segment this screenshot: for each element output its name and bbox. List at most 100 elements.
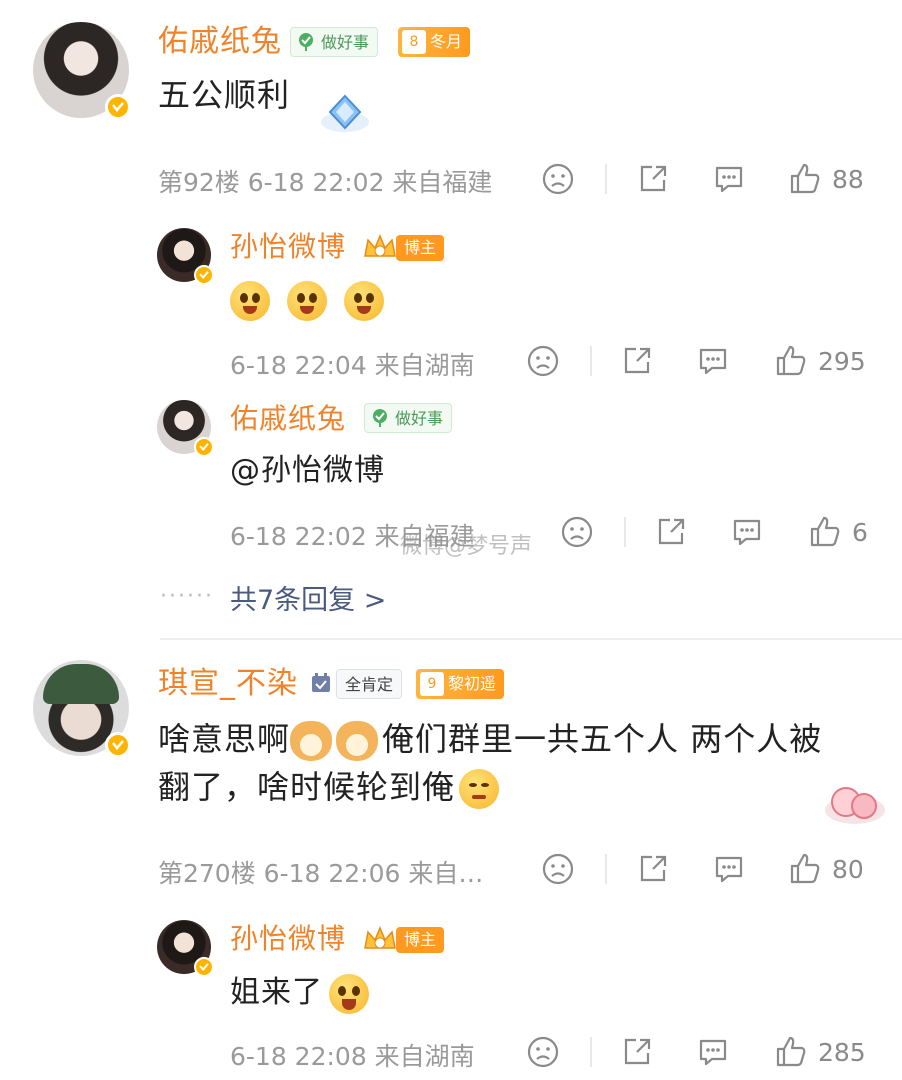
avatar[interactable] xyxy=(157,400,214,457)
host-badge: 博主 xyxy=(396,927,445,953)
reply-button[interactable] xyxy=(712,852,746,886)
cert-badge[interactable]: 全肯定 xyxy=(336,669,403,699)
username[interactable]: 孙怡微博 xyxy=(230,228,346,266)
verified-icon xyxy=(105,94,131,120)
divider xyxy=(624,517,626,547)
fan-badge[interactable]: 8 冬月 xyxy=(398,27,471,57)
username[interactable]: 琪宣_不染 xyxy=(158,665,298,703)
good-deed-badge[interactable]: 做好事 xyxy=(364,403,453,433)
reply-button[interactable] xyxy=(696,1035,730,1069)
avatar[interactable] xyxy=(157,920,214,977)
comment-icon xyxy=(715,856,743,883)
reply-emojis xyxy=(230,276,390,322)
username[interactable]: 佑戚纸兔 xyxy=(230,400,346,438)
verified-icon xyxy=(194,957,214,977)
leaf-icon xyxy=(373,409,387,427)
crown-icon xyxy=(364,234,396,257)
verified-icon xyxy=(194,265,214,285)
divider xyxy=(590,346,592,376)
comment-text: @孙怡微博 xyxy=(230,453,385,488)
host-badge: 博主 xyxy=(396,235,445,261)
dislike-icon xyxy=(542,163,574,195)
comment-text: 啥意思啊 俺们群里一共五个人 两个人被 xyxy=(158,716,822,762)
dots-icon: ······ xyxy=(160,584,214,609)
like-icon xyxy=(810,516,840,547)
verified-icon xyxy=(194,437,214,457)
like-count: 6 xyxy=(852,517,868,547)
share-button[interactable] xyxy=(654,515,688,549)
comment-meta: 6-18 22:04 来自湖南 xyxy=(230,351,475,380)
comment-text: 姐来了 xyxy=(230,970,375,1016)
more-replies-link[interactable]: 共7条回复 > xyxy=(230,578,386,617)
like-button[interactable]: 6 xyxy=(808,515,868,549)
calendar-badge-icon xyxy=(312,673,330,692)
dog-emoji xyxy=(336,721,379,761)
verified-icon xyxy=(105,732,131,758)
cake-sticker-icon xyxy=(825,787,885,824)
avatar[interactable] xyxy=(33,660,131,758)
dislike-button[interactable] xyxy=(541,852,575,886)
username[interactable]: 孙怡微博 xyxy=(230,920,346,958)
excited-emoji xyxy=(329,973,369,1014)
comment-icon xyxy=(733,519,761,546)
dislike-button[interactable] xyxy=(526,1035,560,1069)
like-icon xyxy=(790,163,820,194)
comment-text: 五公顺利 xyxy=(158,76,291,114)
like-button[interactable]: 88 xyxy=(788,162,864,196)
like-count: 285 xyxy=(818,1037,866,1067)
dislike-icon xyxy=(527,345,559,377)
reply-button[interactable] xyxy=(696,344,730,378)
fan-badge[interactable]: 9 黎初遥 xyxy=(416,669,505,699)
like-count: 80 xyxy=(832,854,864,884)
share-button[interactable] xyxy=(636,162,670,196)
share-icon xyxy=(640,165,667,192)
like-icon xyxy=(776,1036,806,1067)
thinking-emoji xyxy=(459,769,500,809)
dislike-button[interactable] xyxy=(560,515,594,549)
comment-meta: 第92楼 6-18 22:02 来自福建 xyxy=(158,168,493,197)
watermark: 微博@梦号声 xyxy=(400,534,533,559)
like-count: 295 xyxy=(818,346,866,376)
blush-emoji xyxy=(230,281,270,321)
avatar[interactable] xyxy=(33,22,131,120)
leaf-icon xyxy=(299,33,313,51)
dislike-icon xyxy=(542,853,574,885)
share-icon xyxy=(624,347,651,374)
divider xyxy=(605,164,607,194)
share-icon xyxy=(624,1038,651,1065)
dislike-button[interactable] xyxy=(541,162,575,196)
like-icon xyxy=(776,345,806,376)
fan-level: 9 xyxy=(420,672,444,696)
username[interactable]: 佑戚纸兔 xyxy=(158,23,282,61)
like-button[interactable]: 295 xyxy=(774,344,866,378)
dislike-button[interactable] xyxy=(526,344,560,378)
dislike-icon xyxy=(527,1036,559,1068)
reply-button[interactable] xyxy=(712,162,746,196)
comment-text-line2: 翻了，啥时候轮到俺 xyxy=(158,764,505,810)
comment-icon xyxy=(699,348,727,375)
like-button[interactable]: 80 xyxy=(788,852,864,886)
share-button[interactable] xyxy=(620,344,654,378)
good-deed-badge[interactable]: 做好事 xyxy=(290,27,379,57)
like-icon xyxy=(790,853,820,884)
crown-icon xyxy=(364,926,396,949)
like-count: 88 xyxy=(832,164,864,194)
like-button[interactable]: 285 xyxy=(774,1035,866,1069)
comment-meta: 6-18 22:08 来自湖南 xyxy=(230,1042,475,1071)
share-icon xyxy=(658,518,685,545)
reply-button[interactable] xyxy=(730,515,764,549)
diamond-sticker-icon xyxy=(321,94,369,132)
divider xyxy=(605,854,607,884)
comment-icon xyxy=(699,1039,727,1066)
blush-emoji xyxy=(344,281,385,321)
share-icon xyxy=(640,855,667,882)
comment-icon xyxy=(715,166,743,193)
divider xyxy=(590,1037,592,1067)
share-button[interactable] xyxy=(636,852,670,886)
avatar[interactable] xyxy=(157,228,214,285)
comment-meta: 第270楼 6-18 22:06 来自… xyxy=(158,859,484,888)
blush-emoji xyxy=(287,281,328,321)
divider xyxy=(160,638,902,640)
dislike-icon xyxy=(561,516,593,548)
share-button[interactable] xyxy=(620,1035,654,1069)
